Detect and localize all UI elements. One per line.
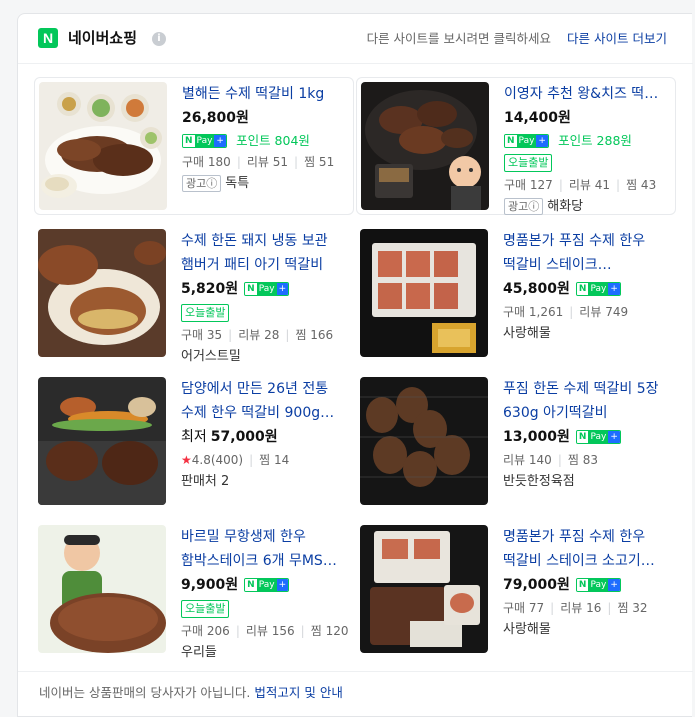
product-image[interactable] (360, 525, 488, 653)
panel-footer: 네이버는 상품판매의 당사자가 아닙니다. 법적고지 및 안내 (18, 671, 693, 715)
point-text: 포인트 804원 (236, 133, 310, 148)
lowest-label: 최저 (181, 429, 207, 445)
mall-name[interactable]: 우리들 (181, 642, 341, 664)
more-sites-link[interactable]: 다른 사이트 더보기 (567, 31, 667, 47)
panel-header: N 네이버쇼핑 i 다른 사이트를 보시려면 클릭하세요 다른 사이트 더보기 (18, 14, 693, 64)
product-meta: 구매 77 | 리뷰 16 | 찜 32 (503, 601, 648, 615)
product-image[interactable] (360, 377, 488, 505)
today-ship-badge: 오늘출발 (181, 600, 230, 618)
product-meta: 구매 180 | 리뷰 51 | 찜 51 (182, 155, 335, 169)
product-title[interactable]: 명품본가 푸짐 수제 한우 떡갈비 스테이크 170gx6개 (503, 229, 663, 277)
product-card[interactable]: 명품본가 푸짐 수제 한우 떡갈비 스테이크 소고기 선물 79,000원 NPa… (340, 525, 660, 663)
product-price: 5,820원 (181, 281, 239, 297)
disclaimer: 네이버는 상품판매의 당사자가 아닙니다. 법적고지 및 안내 (39, 685, 343, 700)
seller-count[interactable]: 판매처 2 (181, 471, 341, 493)
section-title[interactable]: 네이버쇼핑 (68, 28, 137, 48)
product-card[interactable]: 바르밀 무항생제 한우 함박스테이크 6개 무MSG 아기 9,900원 NPay… (18, 525, 349, 664)
product-title[interactable]: 수제 한돈 돼지 냉동 보관 햄버거 패티 아기 떡갈비 (181, 229, 341, 277)
npay-badge-icon: N Pay + (575, 282, 621, 296)
product-price: 57,000원 (210, 429, 278, 445)
today-ship-badge: 오늘출발 (181, 304, 230, 322)
product-meta: 리뷰 140 | 찜 83 (503, 453, 598, 467)
product-card-ad[interactable]: 이영자 추천 왕&치즈 떡갈비 14,400원 N Pay + 포인트 288원 오… (356, 77, 676, 215)
star-icon: ★ (181, 453, 192, 467)
product-meta: ★4.8(400) | 찜 14 (181, 453, 290, 467)
product-card[interactable]: 담양에서 만든 26년 전통 수제 한우 떡갈비 900g 선물세트 최저57,… (18, 377, 338, 515)
product-image[interactable] (360, 229, 488, 357)
point-text: 포인트 288원 (558, 133, 632, 148)
product-title[interactable]: 이영자 추천 왕&치즈 떡갈비 (504, 82, 664, 106)
mall-name[interactable]: 반듯한정육점 (503, 471, 663, 493)
legal-notice-link[interactable]: 법적고지 및 안내 (254, 685, 342, 700)
naver-logo-icon: N (38, 28, 58, 48)
npay-badge-icon: N Pay + (244, 578, 290, 592)
product-image[interactable] (361, 82, 489, 210)
product-image[interactable] (38, 525, 166, 653)
product-card-ad[interactable]: 별해든 수제 떡갈비 1kg 26,800원 N Pay + 포인트 804원 구매… (34, 77, 354, 215)
mall-name[interactable]: 광고ⓘ 독특 (182, 173, 342, 195)
npay-badge-icon: N Pay + (504, 133, 549, 148)
product-title[interactable]: 푸짐 한돈 수제 떡갈비 5장 630g 아기떡갈비 (503, 377, 663, 425)
product-title[interactable]: 명품본가 푸짐 수제 한우 떡갈비 스테이크 소고기 선물 (503, 525, 663, 573)
rating-text: 4.8(400) (191, 453, 244, 467)
product-price: 13,000원 (503, 429, 570, 445)
npay-badge-icon: N Pay + (182, 133, 227, 148)
product-meta: 구매 206 | 리뷰 156 | 찜 120 (181, 624, 349, 638)
product-image[interactable] (38, 229, 166, 357)
product-image[interactable] (38, 377, 166, 505)
other-sites-hint: 다른 사이트를 보시려면 클릭하세요 (366, 31, 551, 46)
today-ship-badge: 오늘출발 (504, 154, 553, 172)
ad-badge[interactable]: 광고ⓘ (182, 175, 222, 192)
product-meta: 구매 35 | 리뷰 28 | 찜 166 (181, 328, 334, 342)
npay-badge-icon: N Pay + (575, 578, 621, 592)
product-card[interactable]: 명품본가 푸짐 수제 한우 떡갈비 스테이크 170gx6개 45,800원 NP… (340, 229, 660, 367)
mall-name[interactable]: 사랑해물 (503, 323, 663, 345)
mall-name[interactable]: 사랑해물 (503, 619, 663, 641)
mall-name[interactable]: 광고ⓘ 해화당 (504, 196, 664, 218)
product-price: 26,800원 (182, 110, 249, 126)
product-price: 9,900원 (181, 577, 239, 593)
info-icon[interactable]: i (152, 32, 166, 46)
product-price: 14,400원 (504, 110, 571, 126)
product-title[interactable]: 바르밀 무항생제 한우 함박스테이크 6개 무MSG 아기 (181, 525, 341, 573)
product-price: 45,800원 (503, 281, 570, 297)
product-meta: 구매 127 | 리뷰 41 | 찜 43 (504, 178, 657, 192)
npay-badge-icon: N Pay + (575, 430, 621, 444)
product-title[interactable]: 별해든 수제 떡갈비 1kg (182, 82, 342, 106)
product-image[interactable] (39, 82, 167, 210)
product-meta: 구매 1,261 | 리뷰 749 (503, 305, 629, 319)
shopping-panel: N 네이버쇼핑 i 다른 사이트를 보시려면 클릭하세요 다른 사이트 더보기 (17, 13, 693, 717)
mall-name[interactable]: 어거스트밀 (181, 346, 341, 368)
ad-badge[interactable]: 광고ⓘ (504, 198, 544, 215)
product-title[interactable]: 담양에서 만든 26년 전통 수제 한우 떡갈비 900g 선물세트 (181, 377, 341, 425)
product-price: 79,000원 (503, 577, 570, 593)
npay-badge-icon: N Pay + (244, 282, 290, 296)
product-card[interactable]: 수제 한돈 돼지 냉동 보관 햄버거 패티 아기 떡갈비 5,820원 N Pay +… (18, 229, 338, 367)
product-card[interactable]: 푸짐 한돈 수제 떡갈비 5장 630g 아기떡갈비 13,000원 N Pay + … (340, 377, 660, 515)
